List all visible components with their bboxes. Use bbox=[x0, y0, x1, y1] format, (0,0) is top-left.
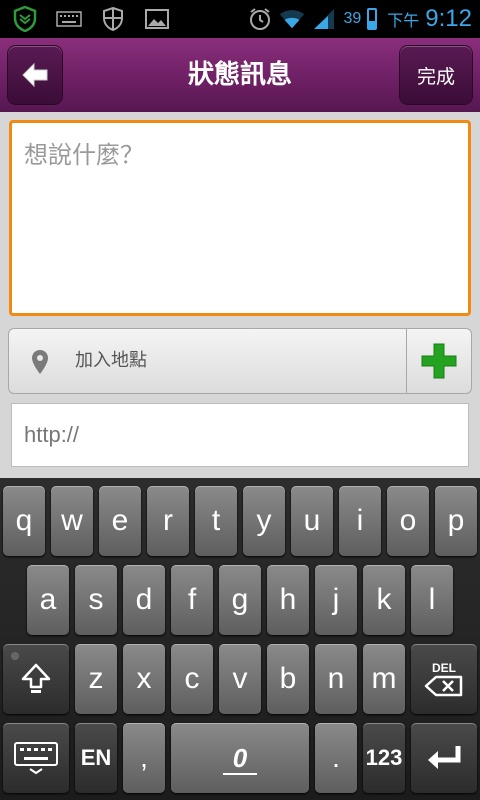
status-left-icons bbox=[12, 6, 170, 32]
key-g[interactable]: g bbox=[219, 565, 261, 635]
emoji-keyboard-key[interactable] bbox=[3, 723, 69, 793]
title-bar: 狀態訊息 完成 bbox=[0, 38, 480, 112]
wifi-icon bbox=[279, 6, 305, 32]
key-c[interactable]: c bbox=[171, 644, 213, 714]
key-p[interactable]: p bbox=[435, 486, 477, 556]
key-x[interactable]: x bbox=[123, 644, 165, 714]
back-button[interactable] bbox=[8, 46, 62, 104]
delete-label: DEL bbox=[432, 661, 456, 675]
enter-key[interactable] bbox=[411, 723, 477, 793]
key-z[interactable]: z bbox=[75, 644, 117, 714]
clock-ampm: 下午 bbox=[387, 13, 420, 30]
key-k[interactable]: k bbox=[363, 565, 405, 635]
add-location-label: 加入地點 bbox=[75, 350, 147, 371]
back-arrow-icon bbox=[22, 62, 48, 88]
signal-icon bbox=[311, 6, 337, 32]
status-input[interactable]: 想說什麼？ bbox=[9, 120, 471, 316]
key-e[interactable]: e bbox=[99, 486, 141, 556]
key-d[interactable]: d bbox=[123, 565, 165, 635]
key-a[interactable]: a bbox=[27, 565, 69, 635]
location-pin-icon bbox=[31, 349, 49, 379]
add-location-button[interactable] bbox=[406, 329, 471, 393]
key-t[interactable]: t bbox=[195, 486, 237, 556]
key-u[interactable]: u bbox=[291, 486, 333, 556]
status-right-icons: 39 下午 9:12 bbox=[247, 0, 472, 38]
add-location-row[interactable]: 加入地點 bbox=[8, 328, 472, 394]
done-button[interactable]: 完成 bbox=[400, 46, 472, 104]
key-l[interactable]: l bbox=[411, 565, 453, 635]
key-s[interactable]: s bbox=[75, 565, 117, 635]
enter-icon bbox=[428, 746, 461, 769]
period-key[interactable]: . bbox=[315, 723, 357, 793]
shield-icon bbox=[12, 6, 38, 32]
key-q[interactable]: q bbox=[3, 486, 45, 556]
soft-keyboard: q w e r t y u i o p a s d f g h j k l z … bbox=[0, 478, 480, 800]
key-n[interactable]: n bbox=[315, 644, 357, 714]
language-key[interactable]: EN bbox=[75, 723, 117, 793]
plus-icon bbox=[421, 343, 457, 379]
shift-icon bbox=[21, 663, 51, 693]
delete-key[interactable]: DEL bbox=[411, 644, 477, 714]
key-v[interactable]: v bbox=[219, 644, 261, 714]
clock-time: 9:12 bbox=[425, 5, 472, 32]
battery-level: 39 bbox=[343, 10, 362, 27]
key-o[interactable]: o bbox=[387, 486, 429, 556]
key-b[interactable]: b bbox=[267, 644, 309, 714]
key-h[interactable]: h bbox=[267, 565, 309, 635]
url-input[interactable]: http:// bbox=[11, 403, 469, 467]
keyboard-settings-icon bbox=[14, 742, 58, 775]
comma-key[interactable]: , bbox=[123, 723, 165, 793]
key-w[interactable]: w bbox=[51, 486, 93, 556]
battery-icon bbox=[367, 8, 378, 30]
key-m[interactable]: m bbox=[363, 644, 405, 714]
space-key[interactable]: 0 bbox=[171, 723, 309, 793]
status-bar: 39 下午 9:12 bbox=[0, 0, 480, 38]
space-label: 0 bbox=[222, 743, 259, 775]
key-i[interactable]: i bbox=[339, 486, 381, 556]
backspace-icon bbox=[424, 675, 463, 697]
alarm-icon bbox=[247, 6, 273, 32]
key-f[interactable]: f bbox=[171, 565, 213, 635]
key-r[interactable]: r bbox=[147, 486, 189, 556]
image-icon bbox=[144, 6, 170, 32]
caps-indicator bbox=[11, 652, 19, 660]
shift-key[interactable] bbox=[3, 644, 69, 714]
keyboard-icon bbox=[56, 6, 82, 32]
security-icon bbox=[100, 6, 126, 32]
key-j[interactable]: j bbox=[315, 565, 357, 635]
numbers-key[interactable]: 123 bbox=[363, 723, 405, 793]
compose-area: 想說什麼？ 加入地點 http:// bbox=[0, 112, 480, 478]
key-y[interactable]: y bbox=[243, 486, 285, 556]
